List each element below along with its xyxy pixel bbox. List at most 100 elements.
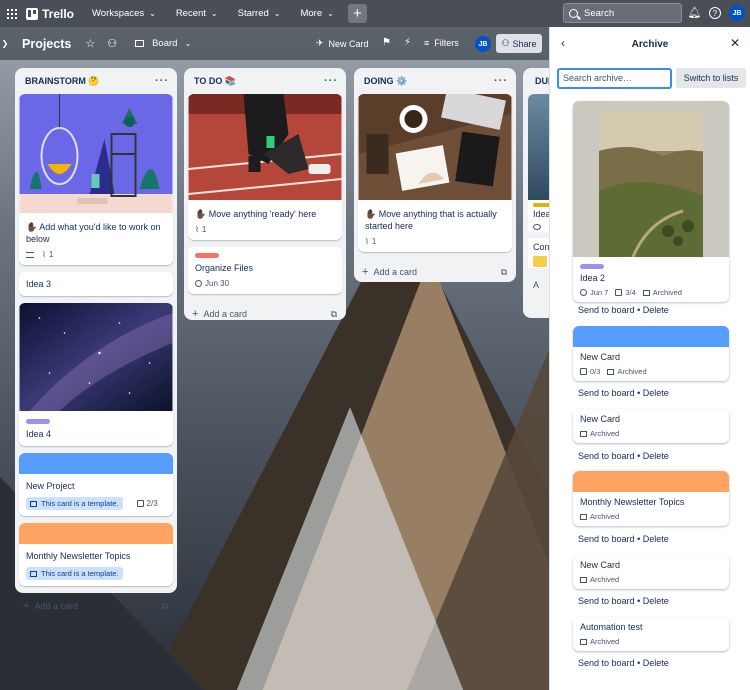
list-menu-icon[interactable]: ··· — [155, 75, 169, 87]
card-title: Organize Files — [195, 263, 254, 273]
card-cover-color — [19, 523, 173, 544]
delete-link[interactable]: Delete — [643, 534, 669, 544]
card[interactable]: Monthly Newsletter Topics This card is a… — [19, 523, 173, 586]
clock-icon — [580, 289, 587, 296]
archived-card[interactable]: Monthly Newsletter Topics Archived — [573, 471, 729, 526]
send-to-board-link[interactable]: Send to board — [578, 534, 635, 544]
description-icon — [26, 251, 34, 258]
archived-card[interactable]: New Card Archived — [573, 555, 729, 589]
archive-title: Archive — [631, 38, 669, 50]
plus-icon: + — [362, 266, 369, 278]
filters-button[interactable]: ≡ Filters — [424, 38, 459, 48]
send-to-board-link[interactable]: Send to board — [578, 305, 635, 315]
attachment-icon: ⌇ — [42, 250, 46, 259]
trello-logo[interactable]: Trello — [26, 7, 74, 21]
people-icon[interactable]: ⚇ — [107, 37, 117, 50]
send-to-board-link[interactable]: Send to board — [578, 658, 635, 668]
delete-link[interactable]: Delete — [643, 596, 669, 606]
card[interactable]: ✋🏿 Move anything 'ready' here ⌇ 1 — [188, 94, 342, 240]
archived-card[interactable]: New Card Archived — [573, 409, 729, 443]
checklist-icon — [580, 368, 587, 375]
starred-menu[interactable]: Starred ⌄ — [234, 4, 285, 24]
chevron-down-icon: ⌄ — [184, 39, 192, 48]
chevron-down-icon: ⌄ — [210, 9, 218, 18]
add-card-button[interactable]: + Add a card ⧉ — [354, 259, 516, 285]
template-icon[interactable]: ⧉ — [501, 267, 507, 278]
user-avatar[interactable]: JB — [729, 5, 745, 21]
archive-search-input[interactable]: Search archive… — [557, 68, 672, 89]
lightning-icon[interactable]: ⚡︎ — [404, 37, 411, 48]
template-icon[interactable]: ⧉ — [162, 601, 168, 612]
card[interactable]: Organize Files Jun 30 — [188, 247, 342, 294]
share-button[interactable]: ⚇ Share — [496, 34, 542, 53]
more-menu[interactable]: More ⌄ — [296, 4, 337, 24]
card-title: Automation test — [580, 622, 643, 632]
delete-link[interactable]: Delete — [643, 451, 669, 461]
search-input[interactable]: Search — [563, 3, 682, 23]
delete-link[interactable]: Delete — [643, 305, 669, 315]
close-icon[interactable]: ✕ — [730, 36, 740, 50]
template-icon — [30, 500, 37, 507]
recent-menu[interactable]: Recent ⌄ — [172, 4, 222, 24]
member-avatar[interactable]: JB — [475, 36, 491, 52]
card-cover-desk-image — [358, 94, 512, 200]
card[interactable]: Idea 3 — [19, 272, 173, 296]
chevron-down-icon: ⌄ — [327, 9, 334, 18]
archived-card-actions: Send to board • Delete — [578, 451, 669, 461]
add-card-button[interactable]: + Add a card ⧉ — [184, 301, 346, 327]
card[interactable]: ✋🏿 Add what you'd like to work on below … — [19, 94, 173, 265]
attachment-icon: ⌇ — [365, 237, 369, 246]
card-title: ✋🏿 Move anything that is actually starte… — [365, 209, 497, 231]
send-to-board-link[interactable]: Send to board — [578, 388, 635, 398]
list-todo: TO DO 📚 ··· ✋🏿 Move anything 'ready' here… — [184, 68, 346, 320]
add-card-button[interactable]: + Add a card ⧉ — [15, 593, 177, 619]
star-icon[interactable]: ☆ — [85, 37, 95, 50]
plus-icon: + — [23, 600, 30, 612]
switch-to-lists-button[interactable]: Switch to lists — [676, 68, 746, 88]
workspaces-menu[interactable]: Workspaces ⌄ — [88, 4, 160, 24]
due-badge — [533, 256, 547, 267]
list-brainstorm: BRAINSTORM 🤔 ··· ✋🏿 Add what you'd like t… — [15, 68, 177, 612]
list-title[interactable]: DOING ⚙️ — [364, 76, 407, 87]
plus-icon: + — [352, 5, 362, 22]
delete-link[interactable]: Delete — [643, 388, 669, 398]
megaphone-icon: ✈ — [316, 38, 324, 48]
archive-icon — [580, 638, 587, 645]
card[interactable]: Idea 4 — [19, 303, 173, 446]
create-button[interactable]: + — [347, 4, 367, 23]
checklist-icon — [615, 289, 623, 296]
list-menu-icon[interactable]: ··· — [324, 75, 338, 87]
archived-card[interactable]: New Card 0/3 Archived — [573, 326, 729, 381]
send-to-board-link[interactable]: Send to board — [578, 451, 635, 461]
card-label — [195, 253, 219, 258]
archive-panel: ‹ Archive ✕ Search archive… Switch to li… — [549, 27, 750, 690]
search-icon — [569, 8, 578, 18]
send-to-board-link[interactable]: Send to board — [578, 596, 635, 606]
archived-card[interactable]: Idea 2 Jun 7 3/4 Archived — [573, 101, 729, 302]
notifications-bell-icon[interactable]: 🔔︎ — [688, 6, 702, 19]
top-navigation: Trello Workspaces ⌄ Recent ⌄ Starred ⌄ More… — [0, 0, 750, 27]
template-icon[interactable]: ⧉ — [331, 309, 337, 320]
archive-icon — [580, 576, 587, 583]
board-title[interactable]: Projects — [22, 37, 71, 51]
archive-icon — [607, 368, 615, 375]
app-switcher-grid-icon[interactable] — [7, 8, 17, 19]
archived-card-actions: Send to board • Delete — [578, 388, 669, 398]
sidebar-expand-chevron-icon[interactable]: ❯ — [0, 27, 10, 60]
help-icon[interactable]: ? — [709, 7, 721, 19]
card[interactable]: New Project This card is a template. 2/3 — [19, 453, 173, 516]
list-title[interactable]: TO DO 📚 — [194, 76, 236, 87]
back-icon[interactable]: ‹ — [561, 36, 565, 50]
archived-card-actions: Send to board • Delete — [578, 534, 669, 544]
card-cover-color — [573, 326, 729, 347]
new-card-button[interactable]: ✈ New Card — [316, 38, 369, 49]
card-title: New Card — [580, 352, 621, 362]
list-title[interactable]: BRAINSTORM 🤔 — [25, 76, 100, 87]
delete-link[interactable]: Delete — [643, 658, 669, 668]
board-view-switcher[interactable]: Board ⌄ — [135, 38, 191, 49]
board-header: ❯ Projects ☆ ⚇ Board ⌄ ✈ New Card ⚑ ⚡︎ ≡ Fi… — [0, 27, 549, 60]
archived-card[interactable]: Automation test Archived — [573, 617, 729, 651]
list-menu-icon[interactable]: ··· — [494, 75, 508, 87]
card[interactable]: ✋🏿 Move anything that is actually starte… — [358, 94, 512, 252]
rocket-icon[interactable]: ⚑ — [382, 37, 391, 48]
